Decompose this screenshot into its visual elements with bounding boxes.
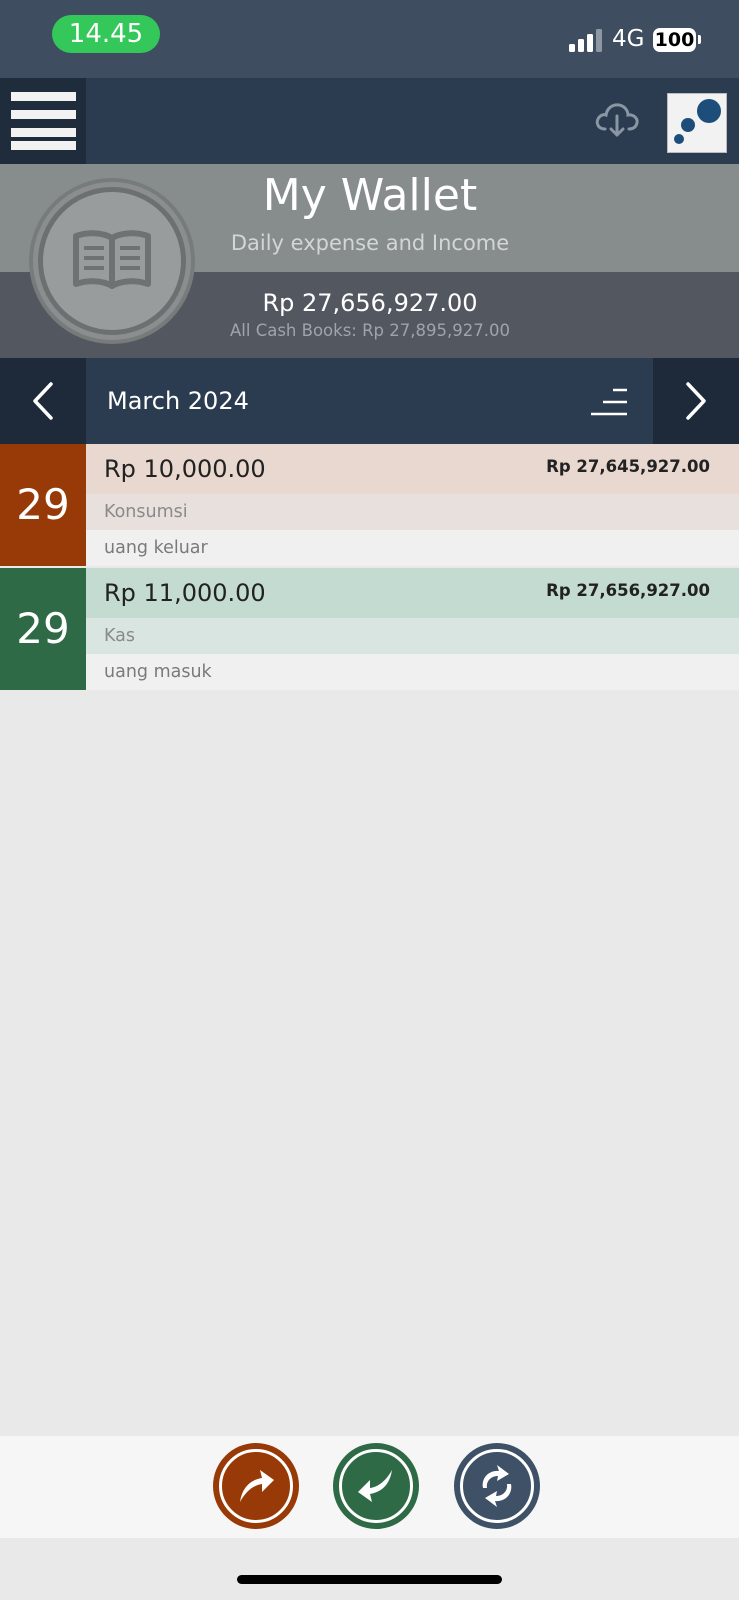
- transaction-date: 29: [0, 444, 86, 566]
- battery-indicator: 100: [653, 28, 696, 52]
- transaction-note-row: uang masuk: [86, 654, 739, 690]
- wallet-subtitle: Daily expense and Income: [230, 231, 510, 255]
- menu-button[interactable]: [0, 78, 86, 164]
- refresh-icon: [482, 1465, 512, 1507]
- transaction-running-balance: Rp 27,645,927.00: [546, 457, 710, 476]
- book-icon: [73, 230, 151, 289]
- chevron-right-icon: [686, 382, 706, 420]
- transaction-category: Konsumsi: [104, 502, 188, 522]
- network-type: 4G: [612, 26, 645, 52]
- month-label[interactable]: March 2024: [107, 358, 249, 444]
- prev-month-button[interactable]: [0, 358, 86, 444]
- arrow-down-left-icon: [358, 1470, 392, 1502]
- chevron-left-icon: [33, 382, 53, 420]
- transaction-row[interactable]: 29 Rp 10,000.00 Rp 27,645,927.00 Konsums…: [0, 444, 739, 566]
- transaction-amount-row: Rp 10,000.00 Rp 27,645,927.00: [86, 444, 739, 494]
- transaction-date: 29: [0, 568, 86, 690]
- transaction-note: uang masuk: [104, 662, 212, 682]
- transfer-button[interactable]: [454, 1443, 540, 1529]
- transaction-category-row: Konsumsi: [86, 494, 739, 530]
- transaction-amount-row: Rp 11,000.00 Rp 27,656,927.00: [86, 568, 739, 618]
- wallet-title: My Wallet: [262, 170, 478, 221]
- add-income-button[interactable]: [333, 1443, 419, 1529]
- wallet-balance: Rp 27,656,927.00: [262, 289, 478, 317]
- transaction-category-row: Kas: [86, 618, 739, 654]
- transaction-category: Kas: [104, 626, 136, 646]
- sort-icon[interactable]: [589, 384, 629, 420]
- signal-icon: [569, 29, 602, 52]
- next-month-button[interactable]: [653, 358, 739, 444]
- transaction-note: uang keluar: [104, 538, 208, 558]
- battery-tip: [698, 35, 701, 44]
- app-logo[interactable]: [667, 93, 727, 153]
- home-indicator[interactable]: [237, 1575, 502, 1584]
- add-expense-button[interactable]: [213, 1443, 299, 1529]
- transaction-running-balance: Rp 27,656,927.00: [546, 581, 710, 600]
- transaction-amount: Rp 11,000.00: [104, 579, 266, 607]
- transaction-note-row: uang keluar: [86, 530, 739, 566]
- cloud-download-icon[interactable]: [593, 95, 641, 143]
- transaction-row[interactable]: 29 Rp 11,000.00 Rp 27,656,927.00 Kas uan…: [0, 568, 739, 690]
- all-cash-books-total: All Cash Books: Rp 27,895,927.00: [230, 321, 510, 340]
- transaction-amount: Rp 10,000.00: [104, 455, 266, 483]
- status-time: 14.45: [52, 15, 160, 53]
- arrow-up-right-icon: [240, 1470, 274, 1502]
